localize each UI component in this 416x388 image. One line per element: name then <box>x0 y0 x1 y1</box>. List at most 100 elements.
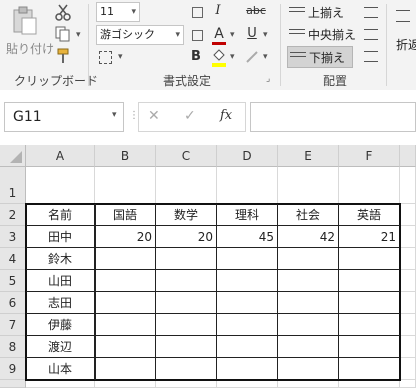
borders-button[interactable] <box>96 48 114 66</box>
row-header-10[interactable] <box>0 380 26 388</box>
cell-g9[interactable] <box>400 358 416 380</box>
cell-f8[interactable] <box>339 336 400 358</box>
middle-align-button[interactable]: 中央揃え <box>287 24 356 46</box>
cell-g8[interactable] <box>400 336 416 358</box>
cell-c7[interactable] <box>156 314 217 336</box>
cell-c4[interactable] <box>156 248 217 270</box>
phonetic-guide-button[interactable] <box>244 47 260 67</box>
font-color-button[interactable]: A <box>210 24 228 46</box>
cell-f2[interactable]: 英語 <box>339 204 400 226</box>
cell-a9[interactable]: 山本 <box>26 358 95 380</box>
row-header-2[interactable]: 2 <box>0 204 26 226</box>
formula-input[interactable] <box>250 102 416 132</box>
cell-f1[interactable] <box>339 167 400 204</box>
cell-c3[interactable]: 20 <box>156 226 217 248</box>
cancel-entry-button[interactable]: ✕ <box>148 108 160 124</box>
align-right-button[interactable] <box>362 47 380 65</box>
shrink-font-button[interactable] <box>190 25 204 45</box>
underline-dropdown-icon[interactable]: ▾ <box>263 30 268 40</box>
cell-a5[interactable]: 山田 <box>26 270 95 292</box>
cell-e3[interactable]: 42 <box>278 226 339 248</box>
paste-button[interactable]: 貼り付け <box>2 2 54 60</box>
font-size-select[interactable]: 11 ▾ <box>96 2 140 22</box>
cell-b8[interactable] <box>95 336 156 358</box>
fill-color-dropdown-icon[interactable]: ▾ <box>230 52 235 62</box>
font-dialog-launcher-icon[interactable]: ⌟ <box>266 74 270 84</box>
cell-f7[interactable] <box>339 314 400 336</box>
cell-g10[interactable] <box>400 380 416 388</box>
font-name-select[interactable]: 游ゴシック ▾ <box>96 25 184 45</box>
align-center-button[interactable] <box>362 25 380 43</box>
format-painter-button[interactable] <box>52 46 74 66</box>
cell-f3[interactable]: 21 <box>339 226 400 248</box>
column-header-e[interactable]: E <box>278 145 339 167</box>
cell-a7[interactable]: 伊藤 <box>26 314 95 336</box>
italic-button[interactable]: I <box>210 1 226 21</box>
column-header-a[interactable]: A <box>26 145 95 167</box>
name-box[interactable]: G11 <box>4 102 124 132</box>
row-header-4[interactable]: 4 <box>0 248 26 270</box>
bottom-align-button[interactable]: 下揃え <box>287 46 353 68</box>
row-header-3[interactable]: 3 <box>0 226 26 248</box>
cell-g5[interactable] <box>400 270 416 292</box>
cell-e2[interactable]: 社会 <box>278 204 339 226</box>
column-header-f[interactable]: F <box>339 145 400 167</box>
cell-d1[interactable] <box>217 167 278 204</box>
cell-b9[interactable] <box>95 358 156 380</box>
cell-b2[interactable]: 国語 <box>95 204 156 226</box>
cell-e1[interactable] <box>278 167 339 204</box>
cell-d7[interactable] <box>217 314 278 336</box>
top-align-button[interactable]: 上揃え <box>287 2 353 24</box>
cell-g6[interactable] <box>400 292 416 314</box>
row-header-6[interactable]: 6 <box>0 292 26 314</box>
cell-f4[interactable] <box>339 248 400 270</box>
cell-a2[interactable]: 名前 <box>26 204 95 226</box>
select-all-button[interactable] <box>0 145 26 167</box>
cell-d6[interactable] <box>217 292 278 314</box>
wrap-text-button[interactable]: 折返 <box>392 8 416 58</box>
cell-d5[interactable] <box>217 270 278 292</box>
cell-a4[interactable]: 鈴木 <box>26 248 95 270</box>
cell-f6[interactable] <box>339 292 400 314</box>
row-header-7[interactable]: 7 <box>0 314 26 336</box>
cell-c1[interactable] <box>156 167 217 204</box>
align-left-button[interactable] <box>362 3 380 21</box>
cell-a10[interactable] <box>26 380 95 388</box>
cell-d9[interactable] <box>217 358 278 380</box>
cell-b4[interactable] <box>95 248 156 270</box>
cell-g3[interactable] <box>400 226 416 248</box>
row-header-9[interactable]: 9 <box>0 358 26 380</box>
copy-dropdown-icon[interactable]: ▾ <box>76 30 81 40</box>
cut-button[interactable] <box>52 2 74 22</box>
cell-d10[interactable] <box>217 380 278 388</box>
cell-e4[interactable] <box>278 248 339 270</box>
fill-color-button[interactable] <box>210 47 228 69</box>
bold-button[interactable]: B <box>188 47 204 67</box>
cell-e6[interactable] <box>278 292 339 314</box>
cell-a6[interactable]: 志田 <box>26 292 95 314</box>
cell-f9[interactable] <box>339 358 400 380</box>
row-header-1[interactable]: 1 <box>0 167 26 204</box>
cell-a8[interactable]: 渡辺 <box>26 336 95 358</box>
cell-c5[interactable] <box>156 270 217 292</box>
copy-button[interactable] <box>52 24 74 44</box>
cell-a1[interactable] <box>26 167 95 204</box>
cell-g7[interactable] <box>400 314 416 336</box>
insert-function-button[interactable]: fx <box>220 108 232 123</box>
name-box-dropdown-icon[interactable]: ▾ <box>112 110 117 120</box>
cell-d3[interactable]: 45 <box>217 226 278 248</box>
row-header-5[interactable]: 5 <box>0 270 26 292</box>
cell-g1[interactable] <box>400 167 416 204</box>
cell-c2[interactable]: 数学 <box>156 204 217 226</box>
row-header-8[interactable]: 8 <box>0 336 26 358</box>
cell-d4[interactable] <box>217 248 278 270</box>
borders-dropdown-icon[interactable]: ▾ <box>118 52 123 62</box>
cell-g4[interactable] <box>400 248 416 270</box>
cell-c6[interactable] <box>156 292 217 314</box>
phonetic-dropdown-icon[interactable]: ▾ <box>263 52 268 62</box>
cell-g2[interactable] <box>400 204 416 226</box>
cell-b6[interactable] <box>95 292 156 314</box>
enter-entry-button[interactable]: ✓ <box>184 108 196 124</box>
column-header-d[interactable]: D <box>217 145 278 167</box>
cell-e7[interactable] <box>278 314 339 336</box>
